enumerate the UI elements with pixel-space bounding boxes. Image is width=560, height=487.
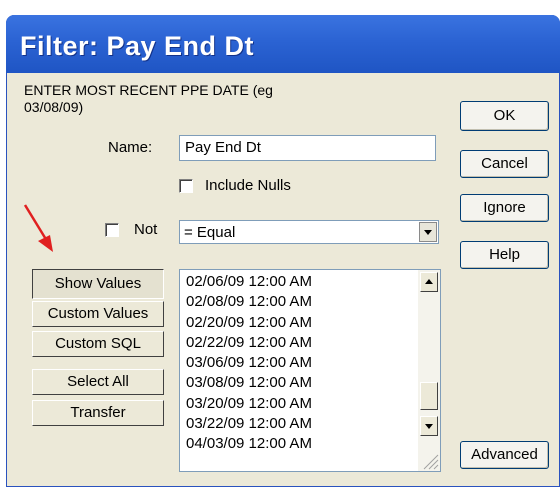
- scroll-up-icon: [425, 279, 433, 284]
- dialog-body: ENTER MOST RECENT PPE DATE (eg 03/08/09)…: [6, 73, 560, 487]
- transfer-button[interactable]: Transfer: [32, 400, 164, 426]
- values-listbox[interactable]: 02/06/09 12:00 AM 02/08/09 12:00 AM 02/20/…: [179, 269, 441, 472]
- custom-sql-button[interactable]: Custom SQL: [32, 331, 164, 357]
- instruction-text: ENTER MOST RECENT PPE DATE (eg 03/08/09): [24, 82, 273, 115]
- ignore-button[interactable]: Ignore: [460, 194, 549, 222]
- operator-value: = Equal: [184, 224, 236, 241]
- list-item[interactable]: 02/06/09 12:00 AM: [186, 272, 312, 292]
- list-item[interactable]: 02/20/09 12:00 AM: [186, 313, 312, 333]
- scroll-thumb[interactable]: [420, 382, 438, 410]
- operator-dropdown-button[interactable]: [419, 222, 437, 242]
- list-item[interactable]: 03/06/09 12:00 AM: [186, 353, 312, 373]
- filter-dialog: Filter: Pay End Dt ENTER MOST RECENT PPE…: [6, 15, 560, 487]
- custom-values-button[interactable]: Custom Values: [32, 301, 164, 327]
- help-button[interactable]: Help: [460, 241, 549, 269]
- scroll-up-button[interactable]: [420, 272, 438, 292]
- values-list: 02/06/09 12:00 AM 02/08/09 12:00 AM 02/20/…: [186, 272, 312, 455]
- annotation-arrow: [23, 204, 53, 252]
- scroll-down-button[interactable]: [420, 416, 438, 436]
- include-nulls-checkbox[interactable]: [179, 179, 193, 193]
- chevron-down-icon: [424, 230, 432, 235]
- list-item[interactable]: 02/08/09 12:00 AM: [186, 292, 312, 312]
- operator-dropdown[interactable]: = Equal: [179, 220, 439, 244]
- scroll-down-icon: [425, 424, 433, 429]
- ok-button[interactable]: OK: [460, 101, 549, 131]
- values-scrollbar[interactable]: [418, 270, 440, 471]
- list-item[interactable]: 03/20/09 12:00 AM: [186, 394, 312, 414]
- cancel-button[interactable]: Cancel: [460, 150, 549, 178]
- list-item[interactable]: 04/03/09 12:00 AM: [186, 434, 312, 454]
- advanced-button[interactable]: Advanced: [460, 441, 549, 469]
- list-item[interactable]: 03/22/09 12:00 AM: [186, 414, 312, 434]
- title-bar[interactable]: Filter: Pay End Dt: [6, 15, 560, 73]
- resize-grip-icon[interactable]: [418, 449, 440, 471]
- not-label: Not: [134, 221, 158, 238]
- not-checkbox[interactable]: [105, 223, 119, 237]
- window-title: Filter: Pay End Dt: [20, 31, 255, 61]
- list-item[interactable]: 03/08/09 12:00 AM: [186, 373, 312, 393]
- name-field[interactable]: Pay End Dt: [179, 135, 436, 161]
- include-nulls-label: Include Nulls: [205, 177, 291, 194]
- select-all-button[interactable]: Select All: [32, 369, 164, 395]
- name-label: Name:: [108, 139, 153, 156]
- list-item[interactable]: 02/22/09 12:00 AM: [186, 333, 312, 353]
- show-values-button[interactable]: Show Values: [32, 269, 164, 299]
